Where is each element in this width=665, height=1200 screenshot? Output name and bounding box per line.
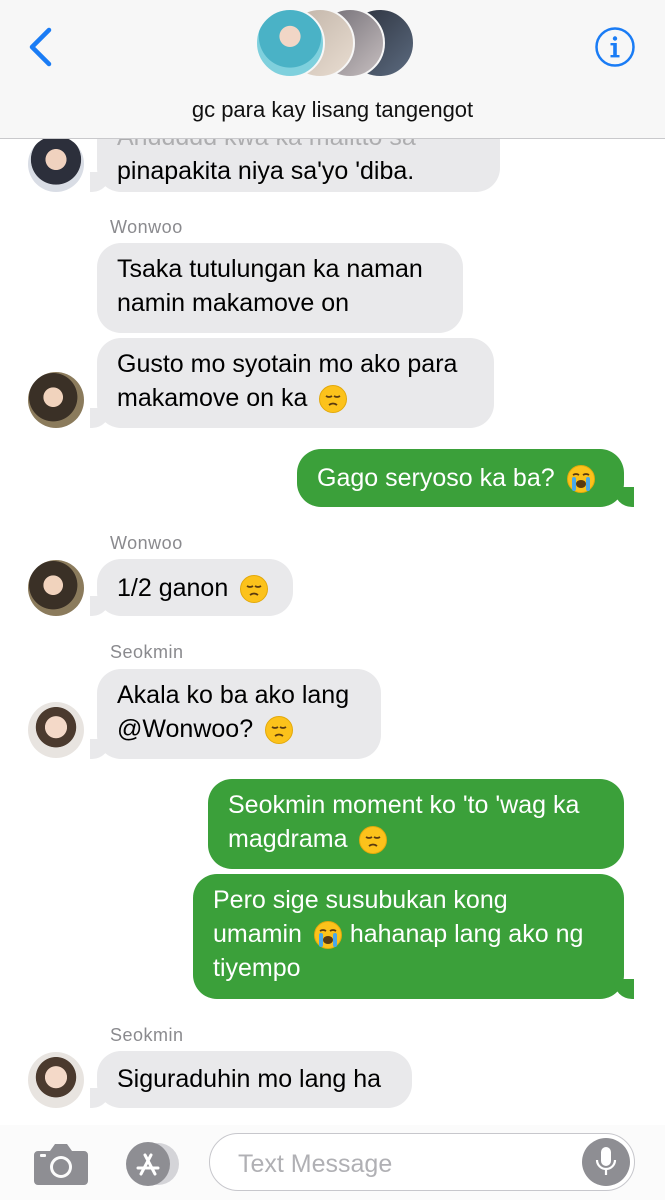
- sender-name: Wonwoo: [110, 533, 183, 553]
- group-avatar: [255, 8, 325, 78]
- info-icon: [595, 27, 635, 67]
- message-text: makamove on ka: [117, 384, 308, 412]
- message-text: 1/2 ganon: [117, 574, 229, 602]
- sender-name: Wonwoo: [110, 217, 183, 237]
- message-text: Gusto mo syotain mo ako para: [117, 350, 458, 378]
- bubble-tail: [614, 487, 634, 507]
- group-title[interactable]: gc para kay lisang tangengot: [0, 97, 665, 123]
- loudly-crying-face-icon: [313, 921, 342, 950]
- sender-name: Seokmin: [110, 642, 184, 662]
- avatar[interactable]: [28, 136, 84, 192]
- avatar[interactable]: [28, 372, 84, 428]
- message-text: Seokmin moment ko 'to 'wag ka: [228, 791, 580, 819]
- message-text: namin makamove on: [117, 289, 350, 317]
- pensive-face-icon: [319, 385, 348, 414]
- avatar[interactable]: [28, 1052, 84, 1108]
- message-input[interactable]: [236, 1146, 570, 1182]
- camera-button[interactable]: [32, 1141, 90, 1187]
- info-button[interactable]: [594, 26, 636, 68]
- microphone-button[interactable]: [582, 1138, 630, 1186]
- message-text: magdrama: [228, 825, 348, 853]
- message-bubble[interactable]: Gusto mo syotain mo ako para makamove on…: [97, 338, 494, 428]
- message-bubble[interactable]: Pero sige susubukan kong umamin hahanap …: [193, 874, 624, 999]
- bubble-tail: [90, 172, 110, 192]
- message-input-box[interactable]: [209, 1133, 635, 1191]
- message-text: @Wonwoo?: [117, 715, 254, 743]
- message-bubble[interactable]: Tsaka tutulungan ka naman namin makamove…: [97, 243, 463, 333]
- bubble-tail: [90, 1088, 110, 1108]
- loudly-crying-face-icon: [566, 465, 595, 494]
- message-bubble[interactable]: Siguraduhin mo lang ha: [97, 1051, 412, 1108]
- message-text: tiyempo: [213, 954, 301, 982]
- app-store-button[interactable]: [120, 1141, 180, 1187]
- pensive-face-icon: [265, 716, 294, 745]
- message-text: pinapakita niya sa'yo 'diba.: [117, 157, 415, 185]
- pensive-face-icon: [359, 826, 388, 855]
- bubble-tail: [90, 596, 110, 616]
- microphone-icon: [595, 1147, 617, 1175]
- app-store-icon: [126, 1142, 179, 1186]
- message-text: Gago seryoso ka ba?: [317, 464, 555, 492]
- message-text: Tsaka tutulungan ka naman: [117, 255, 423, 283]
- conversation-header: gc para kay lisang tangengot: [0, 0, 665, 139]
- chevron-left-icon: [29, 27, 52, 67]
- message-composer: [0, 1125, 665, 1200]
- message-bubble[interactable]: 1/2 ganon: [97, 559, 293, 616]
- message-text: hahanap lang ako ng: [349, 920, 584, 948]
- message-text: umamin: [213, 920, 302, 948]
- message-text: Akala ko ba ako lang: [117, 681, 350, 709]
- bubble-tail: [90, 408, 110, 428]
- message-bubble[interactable]: Akala ko ba ako lang @Wonwoo?: [97, 669, 381, 759]
- camera-icon: [34, 1144, 88, 1185]
- bubble-tail: [614, 979, 634, 999]
- bubble-tail: [90, 739, 110, 759]
- message-text: Pero sige susubukan kong: [213, 886, 508, 914]
- avatar[interactable]: [28, 560, 84, 616]
- avatar[interactable]: [28, 702, 84, 758]
- pensive-face-icon: [240, 575, 269, 604]
- sender-name: Seokmin: [110, 1025, 184, 1045]
- message-text: Siguraduhin mo lang ha: [117, 1065, 382, 1093]
- message-bubble[interactable]: Gago seryoso ka ba?: [297, 449, 624, 507]
- group-avatars[interactable]: [255, 8, 415, 80]
- message-bubble[interactable]: Seokmin moment ko 'to 'wag ka magdrama: [208, 779, 624, 869]
- back-button[interactable]: [22, 24, 58, 70]
